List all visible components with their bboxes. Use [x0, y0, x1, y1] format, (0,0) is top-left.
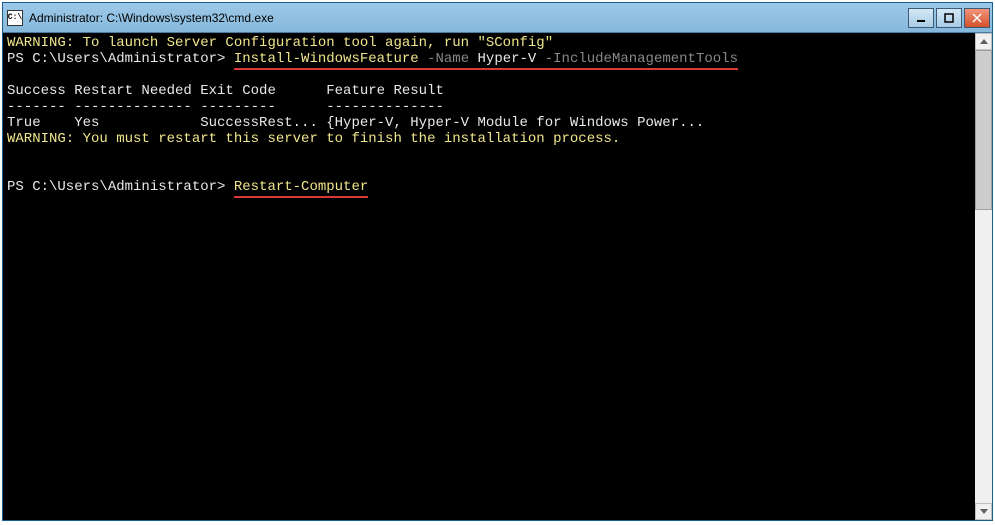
warning-line-1: WARNING: To launch Server Configuration … — [7, 35, 553, 51]
title-bar[interactable]: C:\ Administrator: C:\Windows\system32\c… — [3, 3, 992, 33]
minimize-icon — [916, 13, 926, 23]
chevron-down-icon — [980, 509, 988, 514]
maximize-button[interactable] — [936, 8, 962, 28]
client-area: WARNING: To launch Server Configuration … — [3, 33, 992, 520]
cmd1-sp2 — [469, 51, 477, 70]
cmd1-param-name: -Name — [427, 51, 469, 70]
chevron-up-icon — [980, 39, 988, 44]
scroll-track[interactable] — [975, 50, 992, 503]
close-button[interactable] — [964, 8, 990, 28]
minimize-button[interactable] — [908, 8, 934, 28]
cmd1-param-include: -IncludeManagementTools — [545, 51, 738, 70]
maximize-icon — [944, 13, 954, 23]
cmd2-command: Restart-Computer — [234, 179, 368, 198]
scroll-down-button[interactable] — [975, 503, 992, 520]
cmd1-command: Install-WindowsFeature — [234, 51, 419, 70]
vertical-scrollbar[interactable] — [975, 33, 992, 520]
table-header: Success Restart Needed Exit Code Feature… — [7, 83, 444, 99]
cmd1-arg-hyperv: Hyper-V — [478, 51, 537, 70]
cmd-window: C:\ Administrator: C:\Windows\system32\c… — [2, 2, 993, 521]
cmd1-sp3 — [536, 51, 544, 70]
scroll-thumb[interactable] — [975, 50, 992, 210]
scroll-up-button[interactable] — [975, 33, 992, 50]
app-icon: C:\ — [7, 10, 23, 26]
table-divider: ------- -------------- --------- -------… — [7, 99, 444, 115]
prompt-1: PS C:\Users\Administrator> — [7, 51, 234, 67]
cmd1-sp1 — [419, 51, 427, 70]
warning-line-2: WARNING: You must restart this server to… — [7, 131, 620, 147]
window-controls — [908, 8, 990, 28]
table-row: True Yes SuccessRest... {Hyper-V, Hyper-… — [7, 115, 704, 131]
console-output[interactable]: WARNING: To launch Server Configuration … — [3, 33, 975, 520]
window-title: Administrator: C:\Windows\system32\cmd.e… — [29, 11, 908, 25]
prompt-2: PS C:\Users\Administrator> — [7, 179, 234, 195]
close-icon — [972, 13, 982, 23]
